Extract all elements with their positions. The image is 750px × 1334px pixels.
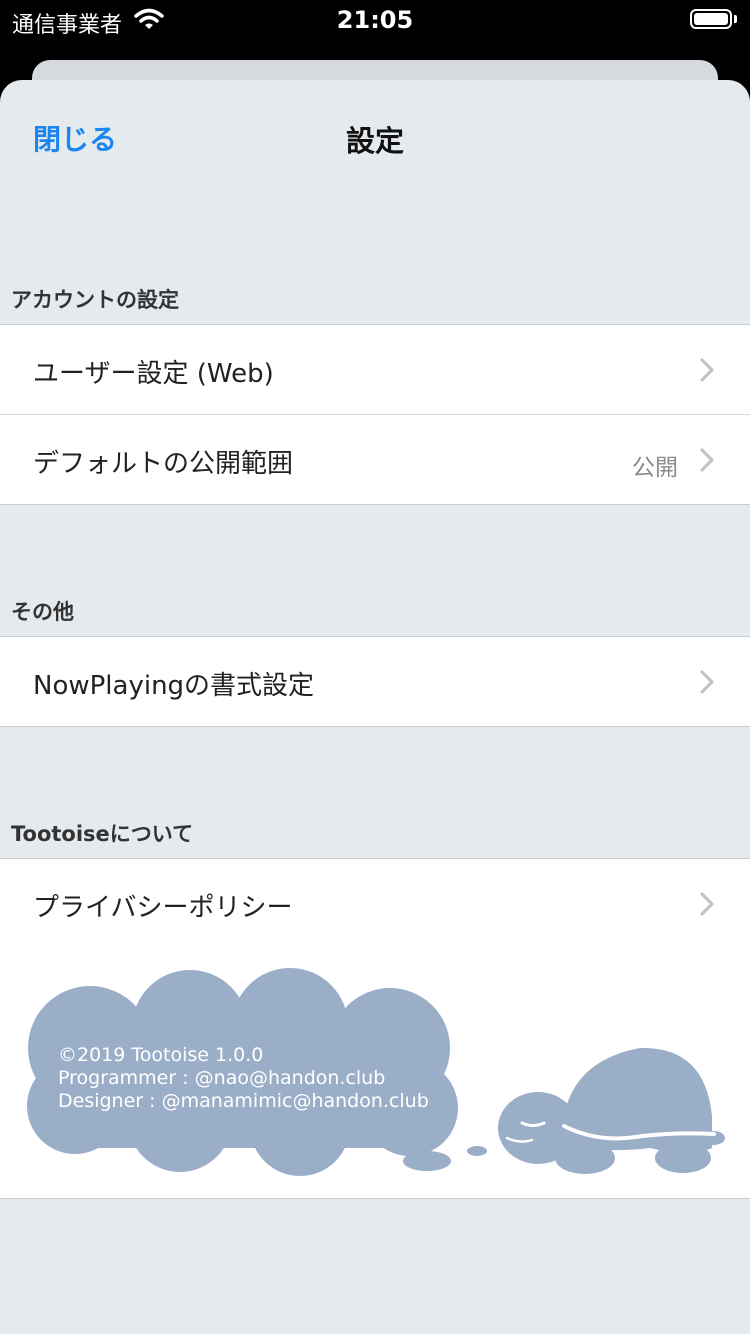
copyright-line: ©2019 Tootoise 1.0.0	[58, 1044, 264, 1066]
other-settings-group: NowPlayingの書式設定	[0, 636, 750, 727]
status-bar: 通信事業者 21:05	[0, 0, 750, 40]
chevron-right-icon	[700, 448, 714, 472]
chevron-right-icon	[700, 892, 714, 916]
designer-line: Designer : @manamimic@handon.club	[58, 1090, 429, 1112]
page-title: 設定	[345, 124, 404, 158]
battery-icon	[690, 9, 732, 29]
row-value: 公開	[632, 455, 678, 481]
account-settings-group: ユーザー設定 (Web) デフォルトの公開範囲 公開	[0, 324, 750, 505]
row-label: デフォルトの公開範囲	[33, 449, 294, 479]
row-label: ユーザー設定 (Web)	[33, 359, 274, 389]
row-label: プライバシーポリシー	[33, 893, 293, 923]
about-group: プライバシーポリシー	[0, 858, 750, 949]
section-header-account: アカウントの設定	[11, 288, 179, 312]
nowplaying-format-row[interactable]: NowPlayingの書式設定	[0, 637, 750, 726]
settings-sheet: 閉じる 設定 アカウントの設定 ユーザー設定 (Web) デフォルトの公開範囲 …	[0, 80, 750, 1334]
navigation-bar: 閉じる 設定	[0, 80, 750, 192]
chevron-right-icon	[700, 358, 714, 382]
battery-cap	[734, 15, 737, 23]
credits-footer: ©2019 Tootoise 1.0.0 Programmer : @nao@h…	[0, 948, 750, 1199]
section-header-about: Tootoiseについて	[11, 822, 194, 846]
default-visibility-row[interactable]: デフォルトの公開範囲 公開	[0, 414, 750, 504]
row-label: NowPlayingの書式設定	[33, 671, 315, 701]
status-time: 21:05	[336, 6, 414, 34]
section-header-other: その他	[11, 600, 74, 624]
user-settings-web-row[interactable]: ユーザー設定 (Web)	[0, 325, 750, 414]
programmer-line: Programmer : @nao@handon.club	[58, 1067, 386, 1089]
chevron-right-icon	[700, 670, 714, 694]
privacy-policy-row[interactable]: プライバシーポリシー	[0, 859, 750, 948]
credits-text: ©2019 Tootoise 1.0.0 Programmer : @nao@h…	[58, 1044, 429, 1113]
